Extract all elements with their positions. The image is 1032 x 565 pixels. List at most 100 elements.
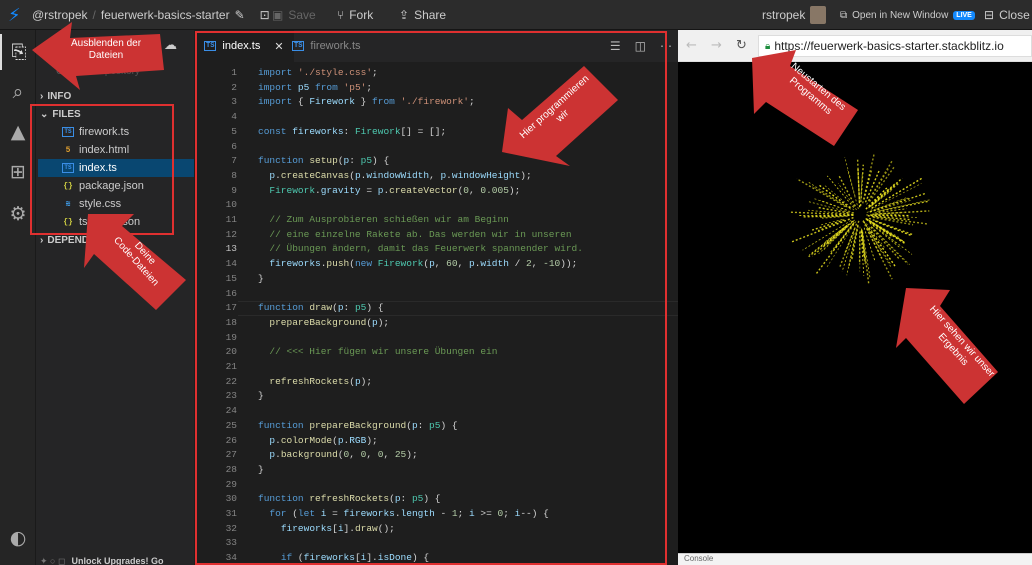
console-panel[interactable]: Console — [678, 553, 1032, 565]
file-name: tsconfig.json — [79, 216, 141, 228]
ts-file-icon: TS — [292, 41, 305, 51]
chevron-right-icon: › — [40, 234, 44, 246]
stackblitz-logo-icon[interactable]: ⚡ — [8, 0, 21, 30]
share-button[interactable]: ⇪ Share — [399, 0, 446, 30]
code-line: prepareBackground(p); — [269, 316, 390, 328]
file-item-index-html[interactable]: 5 index.html — [38, 141, 194, 159]
reload-icon[interactable]: ↻ — [736, 38, 747, 53]
code-line: // Zum Ausprobieren schießen wir am Begi… — [258, 214, 509, 225]
code-line: } — [258, 390, 264, 402]
edit-pencil-icon[interactable]: ✎ — [235, 8, 245, 22]
line-number: 29 — [225, 478, 237, 490]
settings-gear-icon[interactable]: ⚙ — [0, 196, 36, 232]
more-icon[interactable]: ⋯ — [660, 39, 672, 53]
close-panel-icon: ⊟ — [984, 8, 995, 22]
ts-file-icon: TS — [204, 41, 217, 51]
line-number: 33 — [225, 537, 237, 549]
close-preview-button[interactable]: ⊟ Close — [984, 0, 1030, 30]
code-line: fireworks[i].draw(); — [280, 522, 395, 534]
code-line: p.background(0, 0, 0, 25); — [269, 449, 418, 461]
activity-bar: ⎘ ⌕ ▲ ⊞ ⚙ ◐ — [0, 30, 36, 565]
css-file-icon: ≋ — [65, 200, 71, 209]
line-number: 32 — [225, 522, 237, 534]
open-new-window-button[interactable]: ⧉ Open in New Window LIVE — [840, 0, 975, 30]
upgrade-footer[interactable]: ✦ ○ ◻ Unlock Upgrades! Go — [40, 556, 163, 565]
code-line: p.createCanvas(p.windowWidth, p.windowHe… — [269, 169, 532, 181]
line-number: 20 — [225, 346, 237, 358]
open-new-window-label: Open in New Window — [852, 9, 949, 21]
file-name: index.html — [79, 144, 130, 156]
code-line: } — [258, 272, 264, 284]
info-section-header[interactable]: › INFO — [40, 88, 190, 104]
line-number: 8 — [231, 169, 237, 181]
line-number: 5 — [231, 125, 237, 137]
lock-icon[interactable]: ⊡ — [260, 8, 270, 22]
line-number: 4 — [231, 111, 237, 123]
file-name: firework.ts — [79, 126, 130, 138]
line-number: 23 — [225, 390, 237, 402]
line-number: 21 — [225, 361, 237, 372]
line-number: 3 — [231, 96, 237, 108]
line-number: 18 — [225, 316, 237, 328]
editor-tabs: TS index.ts ✕ TS firework.ts ☰ ◫ ⋯ — [194, 30, 678, 62]
save-button[interactable]: ▣ Save — [272, 0, 316, 30]
json-file-icon: {} — [63, 217, 73, 227]
url-bar[interactable]: 🔒︎ https://feuerwerk-basics-starter.stac… — [758, 35, 1032, 57]
file-name: style.css — [79, 198, 122, 210]
chevron-right-icon: › — [40, 90, 44, 102]
line-number: 16 — [225, 287, 237, 299]
connect-repository-link[interactable]: Connect repository — [56, 66, 140, 77]
share-label: Share — [414, 8, 447, 22]
theme-toggle-icon[interactable]: ◐ — [0, 520, 36, 556]
line-number: 27 — [225, 449, 237, 461]
line-number: 1 — [231, 67, 237, 78]
line-number: 9 — [231, 184, 237, 196]
file-item-index-ts[interactable]: TS index.ts — [38, 159, 194, 177]
project-name[interactable]: feuerwerk-basics-starter — [101, 8, 230, 22]
save-icon: ▣ — [272, 8, 284, 22]
browser-bar: ← → ↻ 🔒︎ https://feuerwerk-basics-starte… — [678, 30, 1032, 62]
line-number: 26 — [225, 434, 237, 446]
live-badge: LIVE — [953, 10, 975, 20]
search-icon[interactable]: ⌕ — [0, 74, 36, 110]
upload-cloud-icon[interactable]: ☁ — [164, 38, 177, 53]
code-line: p.colorMode(p.RGB); — [269, 434, 378, 446]
stackblitz-window: ⚡ @rstropek / feuerwerk-basics-starter ✎… — [0, 0, 1032, 565]
share-icon: ⇪ — [399, 8, 410, 22]
chevron-down-icon: ⌄ — [40, 108, 49, 120]
line-number: 7 — [231, 155, 237, 167]
file-item-style-css[interactable]: ≋ style.css — [38, 195, 194, 213]
code-area[interactable]: 1 import './style.css'; 2 import p5 from 'p… — [194, 63, 678, 565]
firebase-icon[interactable]: ▲ — [0, 114, 36, 150]
firework-canvas[interactable] — [678, 63, 1032, 553]
split-editor-icon[interactable]: ◫ — [635, 39, 646, 53]
code-line: function prepareBackground(p: p5) { — [258, 419, 458, 431]
forward-arrow-icon[interactable]: → — [711, 38, 722, 53]
code-line: refreshRockets(p); — [269, 375, 373, 387]
format-icon[interactable]: ☰ — [610, 39, 621, 53]
user-name[interactable]: @rstropek — [32, 8, 88, 22]
extensions-icon[interactable]: ⊞ — [0, 154, 36, 190]
files-icon[interactable]: ⎘ — [0, 34, 36, 70]
code-line: import { Firework } from './firework'; — [258, 96, 475, 108]
back-arrow-icon[interactable]: ← — [686, 38, 697, 53]
firework-burst — [790, 153, 930, 285]
fork-button[interactable]: ⑂ Fork — [337, 0, 373, 30]
code-line: import p5 from 'p5'; — [258, 81, 373, 93]
close-label: Close — [999, 8, 1030, 22]
file-name: index.ts — [79, 162, 117, 174]
file-item-package-json[interactable]: {} package.json — [38, 177, 194, 195]
tab-label: firework.ts — [310, 40, 361, 52]
code-line: function refreshRockets(p: p5) { — [258, 493, 441, 505]
files-section-header[interactable]: ⌄ FILES — [40, 106, 190, 122]
editor-actions: ☰ ◫ ⋯ — [610, 30, 672, 62]
line-number: 28 — [225, 463, 237, 475]
files-label: FILES — [52, 108, 81, 120]
tab-firework-ts[interactable]: TS firework.ts — [282, 30, 371, 62]
account-menu[interactable]: rstropek — [762, 0, 827, 30]
upgrade-link[interactable]: Unlock Upgrades! Go — [71, 556, 163, 565]
file-item-firework-ts[interactable]: TS firework.ts — [38, 123, 194, 141]
json-file-icon: {} — [63, 181, 73, 191]
tab-index-ts[interactable]: TS index.ts ✕ — [194, 30, 294, 62]
line-number: 22 — [225, 375, 237, 387]
